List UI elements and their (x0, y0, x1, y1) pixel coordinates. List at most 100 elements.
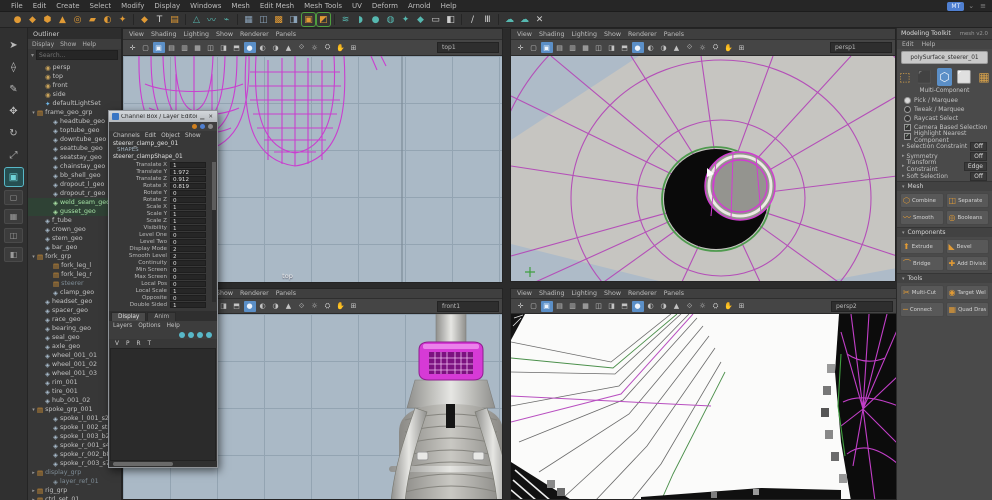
menu-item[interactable]: UV (347, 2, 367, 10)
attribute-value-field[interactable]: 0 (170, 295, 206, 301)
attribute-row[interactable]: Level One 0 (109, 231, 217, 238)
viewport-toolbar-icon[interactable]: ◫ (593, 42, 605, 53)
layer-toggle[interactable]: V (115, 341, 119, 347)
viewport-toolbar-icon[interactable]: ⊞ (348, 301, 360, 312)
viewport-menu-item[interactable]: Panels (276, 31, 296, 38)
viewport-toolbar-icon[interactable]: ▲ (283, 42, 295, 53)
toolkit-button[interactable]: 〰 Smooth (900, 210, 944, 225)
shelf-icon[interactable] (461, 14, 462, 25)
tool-icon[interactable]: ✥ (5, 102, 23, 120)
viewport-top-right[interactable]: ViewShadingLightingShowRendererPanels ✛▢… (510, 28, 896, 282)
viewport-menu-item[interactable]: Lighting (572, 290, 597, 297)
channel-box-menu-item[interactable]: Show (185, 133, 201, 139)
expand-arrow-icon[interactable]: ▸ (30, 470, 37, 476)
shelf-icon[interactable]: Ⅲ (481, 13, 494, 26)
shelf-icon[interactable]: ◆ (138, 13, 151, 26)
viewport-toolbar-icon[interactable]: ☼ (309, 301, 321, 312)
viewport-toolbar-icon[interactable]: ▣ (541, 301, 553, 312)
anim-layer-icon[interactable] (200, 124, 205, 129)
attribute-row[interactable]: Translate Y 1.972 (109, 168, 217, 175)
attribute-value-field[interactable]: 1 (170, 162, 206, 168)
viewport-toolbar-icon[interactable]: ◨ (218, 301, 230, 312)
viewport-toolbar-icon[interactable]: ● (244, 42, 256, 53)
attribute-value-field[interactable]: 0 (170, 274, 206, 280)
shelf-icon[interactable]: ▩ (272, 13, 285, 26)
layer-menu-item[interactable]: Options (138, 323, 160, 329)
attribute-row[interactable]: Continuity 0 (109, 259, 217, 266)
viewport-toolbar-icon[interactable]: ▤ (554, 42, 566, 53)
attribute-value-field[interactable]: 2 (170, 253, 206, 259)
channel-box-window[interactable]: Channel Box / Layer Editor ▁ ✕ ChannelsE… (108, 110, 218, 468)
viewport-toolbar-icon[interactable]: ⊞ (348, 42, 360, 53)
channel-box-menu-item[interactable]: Channels (113, 133, 140, 139)
toolkit-button[interactable]: ⌒ Bridge (900, 256, 944, 271)
viewport-toolbar-icon[interactable]: ◨ (218, 42, 230, 53)
viewport-menu-item[interactable]: View (517, 290, 532, 297)
viewport-toolbar-icon[interactable]: ▢ (528, 42, 540, 53)
viewport-toolbar-icon[interactable]: ▦ (580, 301, 592, 312)
shelf-icon[interactable]: ▭ (429, 13, 442, 26)
menu-item[interactable]: Mesh (226, 2, 254, 10)
dropdown-value[interactable]: Off (970, 152, 987, 161)
shelf-icon[interactable]: ◫ (257, 13, 270, 26)
viewport-toolbar-icon[interactable]: ▦ (580, 42, 592, 53)
attribute-value-field[interactable]: 0 (170, 232, 206, 238)
outliner-item[interactable]: ◈ layer_ref_01 (28, 477, 121, 486)
viewport-toolbar-icon[interactable]: ✛ (515, 42, 527, 53)
shelf-icon[interactable]: ◎ (71, 13, 84, 26)
viewport-toolbar-icon[interactable]: ◐ (645, 42, 657, 53)
move-layer-up-icon[interactable] (197, 332, 203, 338)
radio-icon[interactable] (904, 106, 911, 113)
tool-icon[interactable]: ▢ (4, 190, 23, 205)
viewport-toolbar-icon[interactable]: ⬒ (619, 301, 631, 312)
outliner-item[interactable]: ✦ defaultLightSet (28, 99, 121, 108)
dropdown-value[interactable]: Edge (964, 162, 987, 171)
attribute-value-field[interactable]: 1 (170, 302, 206, 308)
attribute-row[interactable]: Double Sided 1 (109, 301, 217, 308)
outliner-item[interactable]: ▸ ▤ ctrl_set_01 (28, 495, 121, 500)
attribute-row[interactable]: Max Screen 0 (109, 273, 217, 280)
options-icon[interactable] (208, 124, 213, 129)
shelf-icon[interactable] (498, 14, 499, 25)
shelf-icon[interactable]: ⌁ (220, 13, 233, 26)
shelf-icon[interactable]: ◗ (354, 13, 367, 26)
toolkit-button[interactable]: ◫ Separate (946, 193, 990, 208)
tool-icon[interactable]: ◫ (4, 228, 23, 243)
viewport-menu-item[interactable]: Panels (664, 31, 684, 38)
object-name[interactable]: steerer_clamp_geo_01 (109, 140, 217, 147)
checkbox-icon[interactable]: ✓ (904, 124, 911, 131)
menu-item[interactable]: Display (149, 2, 185, 10)
viewport-menu-item[interactable]: Show (216, 290, 233, 297)
shelf-icon[interactable]: ● (369, 13, 382, 26)
new-layer-selected-icon[interactable] (188, 332, 194, 338)
attribute-value-field[interactable]: 0 (170, 260, 206, 266)
toolkit-button[interactable]: ✚ Add Divisions (946, 256, 990, 271)
viewport-toolbar-icon[interactable]: ▲ (283, 301, 295, 312)
attribute-value-field[interactable]: 1 (170, 218, 206, 224)
shelf-icon[interactable]: ▤ (168, 13, 181, 26)
toolkit-button[interactable]: ─ Connect (900, 302, 944, 317)
viewport-toolbar-icon[interactable]: ◨ (606, 42, 618, 53)
viewport-toolbar-icon[interactable]: ⬒ (231, 42, 243, 53)
attribute-row[interactable]: Rotate Z 0 (109, 196, 217, 203)
layer-menu-item[interactable]: Help (167, 323, 180, 329)
tool-icon[interactable]: ↻ (5, 124, 23, 142)
viewport-bottom-right[interactable]: ViewShadingLightingShowRendererPanels ✛▢… (510, 288, 897, 500)
viewport-toolbar-icon[interactable]: ▥ (567, 42, 579, 53)
shelf-icon[interactable]: ● (11, 13, 24, 26)
viewport-toolbar-icon[interactable]: ✛ (127, 42, 139, 53)
shelf-icon[interactable] (334, 14, 335, 25)
viewport-menu-item[interactable]: View (517, 31, 532, 38)
shelf-icon[interactable]: ≋ (339, 13, 352, 26)
attribute-value-field[interactable]: 1 (170, 225, 206, 231)
selection-mode-icon[interactable]: ⬜ (956, 68, 972, 86)
viewport-toolbar-icon[interactable]: ✋ (723, 301, 735, 312)
viewport-menu-item[interactable]: Renderer (240, 31, 269, 38)
viewport-toolbar-icon[interactable]: ⛭ (322, 42, 334, 53)
outliner-item[interactable]: ▸ ▤ display_grp (28, 468, 121, 477)
attribute-value-field[interactable]: 0 (170, 190, 206, 196)
minimize-icon[interactable]: ▁ (199, 114, 205, 120)
camera-field[interactable]: top1 (437, 42, 499, 53)
viewport-menu-item[interactable]: Shading (539, 290, 565, 297)
viewport-menu-item[interactable]: Lighting (572, 31, 597, 38)
